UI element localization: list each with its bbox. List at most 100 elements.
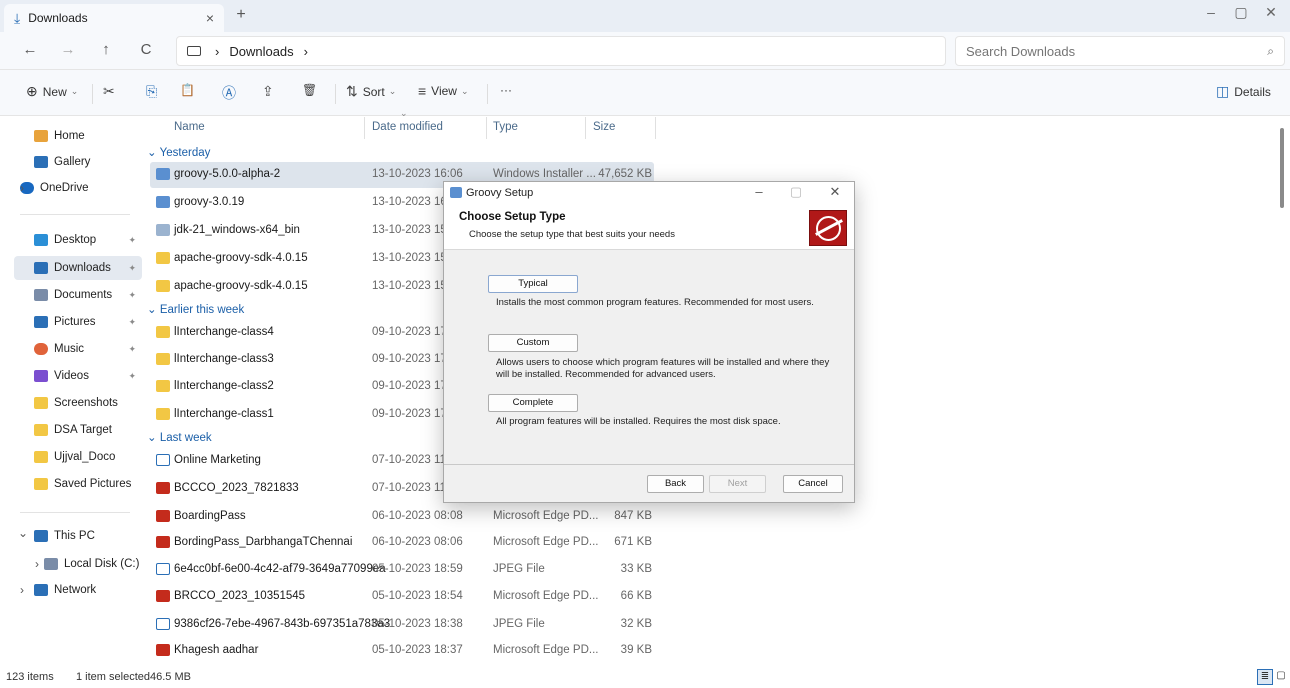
breadcrumb-downloads[interactable]: Downloads — [229, 44, 293, 59]
divider — [20, 214, 130, 215]
forward-button[interactable]: → — [56, 41, 80, 58]
address-bar: ← → ↑ C › Downloads › ⌕ — [0, 32, 1290, 70]
dialog-minimize-button[interactable]: – — [744, 184, 774, 199]
sidebar-item-documents[interactable]: Documents ✦ — [14, 283, 142, 307]
column-divider[interactable] — [585, 117, 586, 139]
up-button[interactable]: ↑ — [94, 41, 118, 58]
sidebar-item-label: Videos — [54, 370, 89, 382]
file-type: Windows Installer ... — [493, 168, 596, 180]
breadcrumb[interactable]: › Downloads › — [176, 36, 946, 66]
back-button[interactable]: Back — [647, 475, 704, 493]
file-row[interactable]: BordingPass_DarbhangaTChennai 06-10-2023 … — [150, 530, 654, 556]
sort-button[interactable]: ⇅ Sort ⌄ — [346, 83, 396, 100]
title-bar: ⤓ Downloads × + – ▢ ✕ — [0, 0, 1290, 32]
network-icon — [34, 584, 48, 596]
sidebar-item-saved-pictures[interactable]: Saved Pictures — [14, 472, 142, 496]
column-header-size[interactable]: Size — [593, 121, 615, 143]
sidebar-item-label: Documents — [54, 289, 113, 301]
sidebar-item-network[interactable]: Network — [14, 578, 142, 602]
file-name: apache-groovy-sdk-4.0.15 — [174, 280, 308, 292]
sidebar-item-downloads[interactable]: Downloads ✦ — [14, 256, 142, 280]
file-date: 13-10-2023 16:06 — [372, 168, 463, 180]
custom-button[interactable]: Custom — [488, 334, 578, 352]
more-options-button[interactable]: ··· — [500, 83, 512, 97]
sidebar-item-screenshots[interactable]: Screenshots — [14, 391, 142, 415]
search-icon[interactable]: ⌕ — [1267, 44, 1274, 59]
new-tab-button[interactable]: + — [230, 6, 252, 24]
sort-indicator-icon: ⌄ — [400, 108, 408, 118]
group-header-yesterday[interactable]: ⌄ Yesterday — [147, 145, 210, 159]
divider — [335, 84, 336, 104]
sidebar-item-home[interactable]: Home — [14, 124, 142, 148]
expand-local-disk-icon[interactable]: › — [35, 557, 39, 571]
file-row[interactable]: Khagesh aadhar 05-10-2023 18:37 Microsoft … — [150, 638, 654, 664]
paste-button[interactable]: 📋 — [180, 83, 200, 97]
cancel-button[interactable]: Cancel — [783, 475, 843, 493]
file-name: Khagesh aadhar — [174, 644, 259, 656]
file-size: 671 KB — [614, 536, 652, 548]
tab-downloads[interactable]: ⤓ Downloads × — [4, 4, 224, 32]
rename-button[interactable]: Ⓐ — [222, 83, 241, 103]
file-row[interactable]: 6e4cc0bf-6e00-4c42-af79-3649a77099ea 05-1… — [150, 557, 654, 583]
tiles-view-button[interactable]: ▢ — [1273, 669, 1289, 685]
copy-button[interactable]: ⎘ — [146, 83, 162, 100]
column-divider[interactable] — [486, 117, 487, 139]
sidebar-item-desktop[interactable]: Desktop ✦ — [14, 228, 142, 252]
cut-button[interactable]: ✂ — [103, 83, 120, 100]
file-row[interactable]: BoardingPass 06-10-2023 08:08 Microsoft Ed… — [150, 504, 654, 530]
sidebar-item-label: Saved Pictures — [54, 478, 132, 490]
divider — [487, 84, 488, 104]
new-button[interactable]: ⊕ New ⌄ — [26, 83, 78, 100]
share-button[interactable]: ⇪ — [262, 83, 279, 100]
file-row[interactable]: 9386cf26-7ebe-4967-843b-697351a783a3 05-1… — [150, 612, 654, 638]
column-header-type[interactable]: Type — [493, 121, 518, 143]
sidebar-item-music[interactable]: Music ✦ — [14, 337, 142, 361]
dialog-close-button[interactable]: ✕ — [820, 184, 850, 200]
details-view-button[interactable]: ≣ — [1257, 669, 1273, 685]
view-button[interactable]: ≡ View ⌄ — [418, 83, 469, 99]
column-header-name[interactable]: Name — [174, 121, 205, 143]
breadcrumb-chevron[interactable]: › — [304, 44, 308, 59]
dialog-header: Choose Setup Type Choose the setup type … — [444, 204, 854, 250]
pdf-icon — [156, 510, 170, 522]
file-row[interactable]: BRCCO_2023_10351545 05-10-2023 18:54 Micro… — [150, 584, 654, 610]
sidebar-item-label: Network — [54, 584, 97, 596]
refresh-button[interactable]: C — [134, 41, 158, 58]
maximize-button[interactable]: ▢ — [1226, 4, 1256, 21]
search-input[interactable] — [966, 43, 1268, 59]
typical-button[interactable]: Typical — [488, 275, 578, 293]
vertical-scrollbar-thumb[interactable] — [1280, 128, 1284, 208]
sidebar-item-gallery[interactable]: Gallery — [14, 150, 142, 174]
minimize-button[interactable]: – — [1196, 4, 1226, 20]
expand-onedrive-icon[interactable]: › — [20, 181, 24, 195]
sidebar-item-ujjval-doco[interactable]: Ujjval_Doco — [14, 445, 142, 469]
back-button[interactable]: ← — [18, 41, 42, 58]
sidebar-item-videos[interactable]: Videos ✦ — [14, 364, 142, 388]
group-header-last-week[interactable]: ⌄ Last week — [147, 430, 212, 444]
dialog-maximize-button[interactable]: ▢ — [781, 184, 811, 200]
column-divider[interactable] — [655, 117, 656, 139]
expand-this-pc-icon[interactable]: ⌄ — [18, 526, 28, 540]
close-window-button[interactable]: ✕ — [1256, 4, 1286, 21]
pdf-icon — [156, 644, 170, 656]
file-name: jdk-21_windows-x64_bin — [174, 224, 300, 236]
status-bar: 123 items 1 item selected 46.5 MB ≣ ▢ — [0, 666, 1290, 688]
sidebar-item-label: Downloads — [54, 262, 111, 274]
close-tab-icon[interactable]: × — [206, 10, 214, 26]
folder-icon — [156, 380, 170, 392]
column-divider[interactable] — [364, 117, 365, 139]
details-button[interactable]: ◫ Details — [1216, 83, 1271, 100]
expand-network-icon[interactable]: › — [20, 583, 24, 597]
sidebar-item-this-pc[interactable]: This PC — [14, 524, 142, 548]
sidebar-item-pictures[interactable]: Pictures ✦ — [14, 310, 142, 334]
sidebar-item-dsa-target[interactable]: DSA Target — [14, 418, 142, 442]
complete-button[interactable]: Complete — [488, 394, 578, 412]
folder-icon — [34, 424, 48, 436]
disk-icon — [44, 558, 58, 570]
group-header-earlier-this-week[interactable]: ⌄ Earlier this week — [147, 302, 244, 316]
dialog-divider — [444, 464, 854, 465]
sidebar-item-onedrive[interactable]: OneDrive — [14, 176, 142, 200]
sidebar-item-local-disk[interactable]: Local Disk (C:) — [24, 552, 152, 576]
next-button[interactable]: Next — [709, 475, 766, 493]
delete-button[interactable]: 🗑 — [302, 83, 322, 97]
